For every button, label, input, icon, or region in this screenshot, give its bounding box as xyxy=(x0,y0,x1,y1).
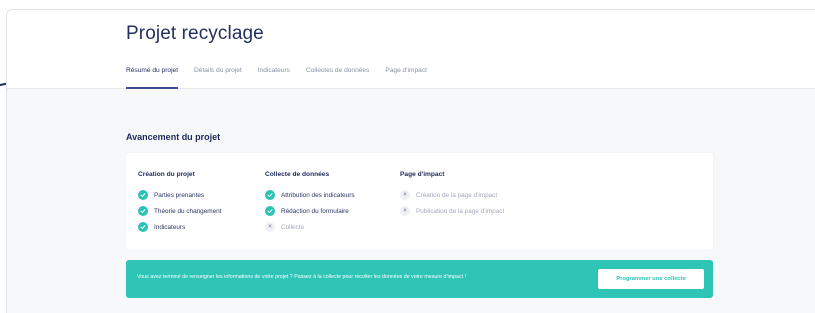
column-title: Page d'impact xyxy=(400,171,445,178)
column-title: Création du projet xyxy=(138,171,195,178)
tab-collectes[interactable]: Collectes de données xyxy=(306,67,369,89)
item-label: Théorie du changement xyxy=(154,207,222,215)
list-item: Parties prenantes xyxy=(138,187,222,203)
check-circle-icon xyxy=(138,206,148,216)
tab-page-impact[interactable]: Page d'impact xyxy=(385,67,427,89)
list-item: × Publication de la page d'impact xyxy=(400,203,504,219)
item-label: Attribution des indicateurs xyxy=(281,191,355,199)
item-label: Indicateurs xyxy=(154,223,186,231)
list-item: Indicateurs xyxy=(138,219,222,235)
item-label: Collecte xyxy=(281,223,305,231)
check-circle-icon xyxy=(265,190,275,200)
check-circle-icon xyxy=(138,222,148,232)
item-label: Parties prenantes xyxy=(154,191,205,199)
item-label: Publication de la page d'impact xyxy=(416,207,505,215)
tab-indicateurs[interactable]: Indicateurs xyxy=(258,67,290,89)
tab-details[interactable]: Détails du projet xyxy=(194,67,242,89)
column-title: Collecte de données xyxy=(265,171,330,178)
cross-circle-icon: × xyxy=(265,222,275,232)
list-item: × Collecte xyxy=(265,219,355,235)
section-title: Avancement du projet xyxy=(126,132,221,142)
cross-circle-icon: × xyxy=(400,190,410,200)
column-page-impact: Page d'impact × Création de la page d'im… xyxy=(400,171,504,219)
app-window: Projet recyclage Résumé du projet Détail… xyxy=(6,9,815,313)
list-item: Rédaction du formulaire xyxy=(265,203,355,219)
column-collecte: Collecte de données Attribution des indi… xyxy=(265,171,355,235)
column-creation: Création du projet Parties prenantes Thé… xyxy=(138,171,222,235)
check-circle-icon xyxy=(138,190,148,200)
project-header: Projet recyclage Résumé du projet Détail… xyxy=(7,10,815,89)
banner-text: Vous avez terminé de renseigner les info… xyxy=(137,274,467,280)
item-label: Rédaction du formulaire xyxy=(281,207,349,215)
tab-resume[interactable]: Résumé du projet xyxy=(126,67,179,89)
collecte-banner: Vous avez terminé de renseigner les info… xyxy=(126,260,713,298)
tab-bar: Résumé du projet Détails du projet Indic… xyxy=(126,67,443,89)
item-label: Création de la page d'impact xyxy=(416,191,498,199)
list-item: Théorie du changement xyxy=(138,203,222,219)
check-circle-icon xyxy=(265,206,275,216)
progress-card: Création du projet Parties prenantes Thé… xyxy=(126,153,713,250)
list-item: × Création de la page d'impact xyxy=(400,187,504,203)
schedule-collecte-button[interactable]: Programmer une collecte xyxy=(598,269,704,289)
list-item: Attribution des indicateurs xyxy=(265,187,355,203)
page-title: Projet recyclage xyxy=(126,23,264,44)
cross-circle-icon: × xyxy=(400,206,410,216)
